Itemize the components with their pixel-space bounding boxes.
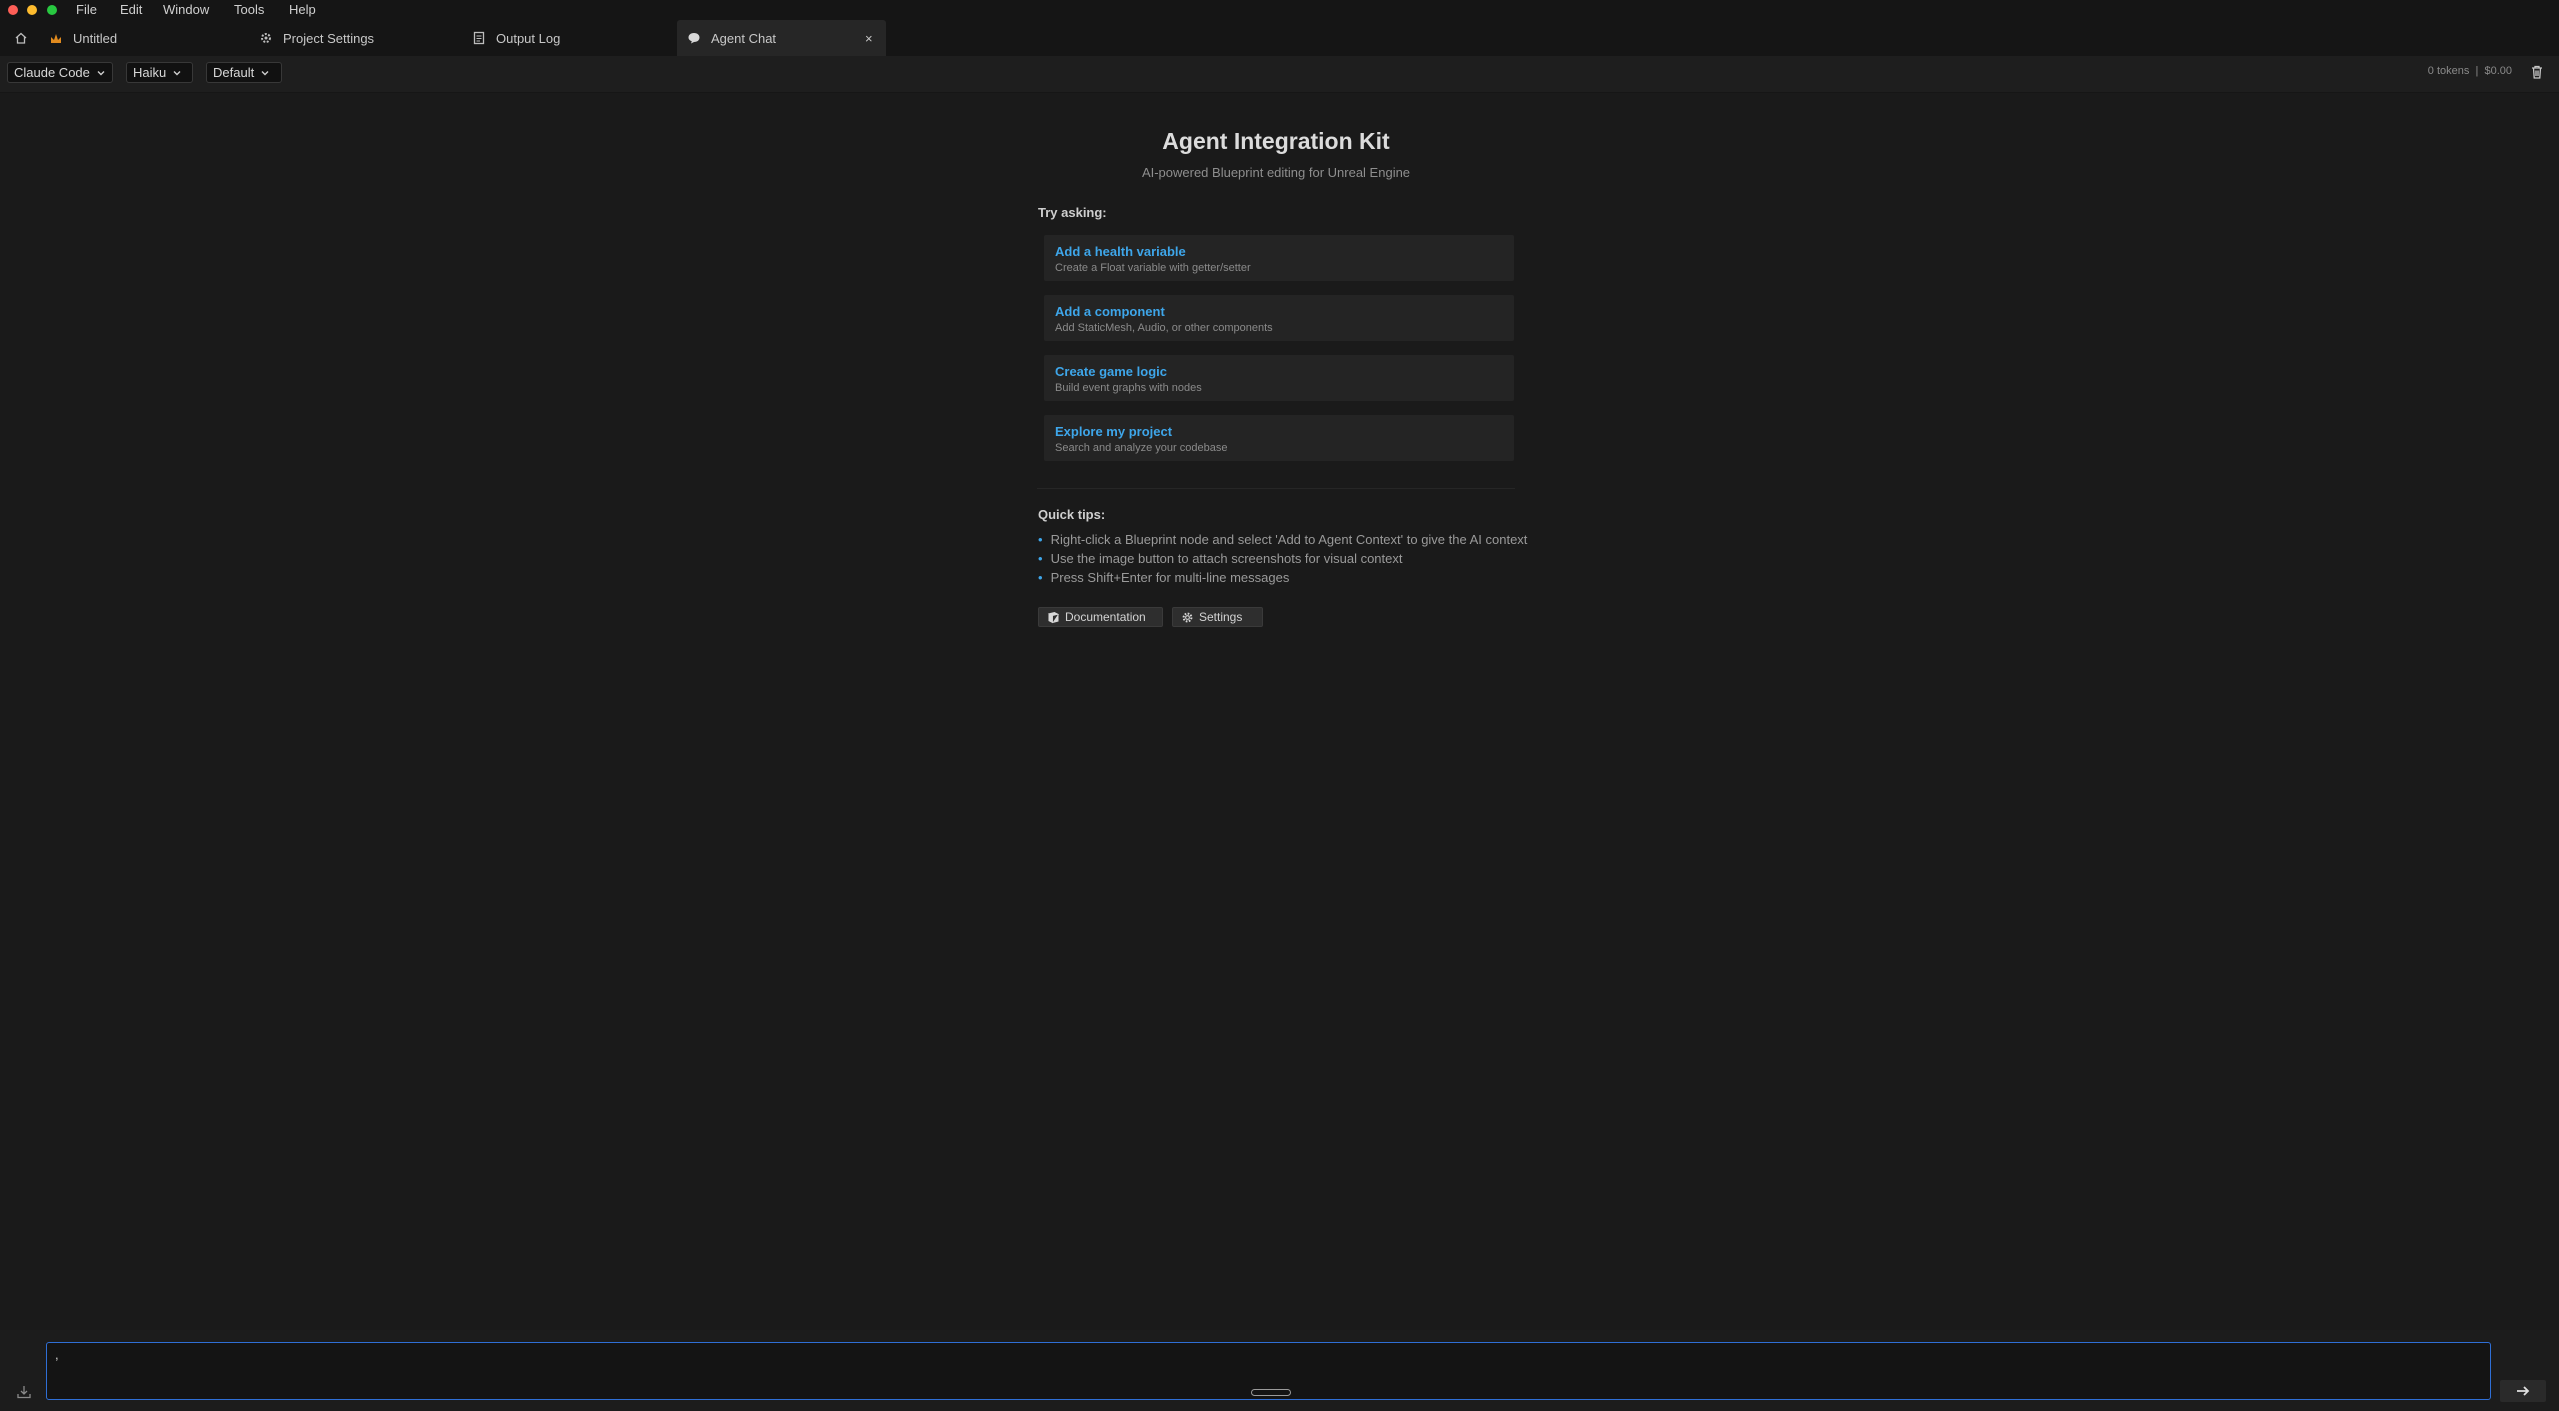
quick-tips-heading: Quick tips:	[1038, 507, 1106, 522]
menu-window[interactable]: Window	[163, 0, 209, 20]
attach-image-icon	[17, 1386, 31, 1399]
bullet: •	[1038, 570, 1043, 585]
tab-label: Output Log	[496, 30, 561, 46]
suggestion-description: Add StaticMesh, Audio, or other componen…	[1055, 322, 1273, 334]
menu-file[interactable]: File	[76, 0, 97, 20]
chevron-down-icon	[261, 70, 269, 75]
title-bar	[0, 0, 2559, 20]
tab-label: Project Settings	[283, 30, 375, 46]
model-dropdown[interactable]: Haiku	[126, 62, 193, 83]
tip-text: Press Shift+Enter for multi-line message…	[1050, 570, 1290, 585]
suggestion-title: Add a component	[1055, 304, 1165, 319]
trash-icon	[2532, 65, 2542, 79]
tip-item: • Use the image button to attach screens…	[1038, 551, 1402, 566]
page-title: Agent Integration Kit	[1162, 128, 1390, 154]
toolbar	[0, 56, 2559, 93]
agent-dropdown-value: Claude Code	[14, 65, 90, 80]
settings-gear-icon	[259, 31, 273, 45]
attach-image-button[interactable]	[14, 1382, 34, 1402]
window-minimize-button[interactable]	[27, 5, 37, 15]
tab-label: Untitled	[73, 30, 118, 46]
menu-help[interactable]: Help	[289, 0, 316, 20]
log-icon	[472, 31, 486, 45]
tip-item: • Right-click a Blueprint node and selec…	[1038, 532, 1527, 547]
settings-button[interactable]: Settings	[1172, 607, 1263, 627]
agent-dropdown[interactable]: Claude Code	[7, 62, 113, 83]
menu-edit[interactable]: Edit	[120, 0, 142, 20]
book-icon	[1047, 611, 1060, 623]
settings-label: Settings	[1199, 610, 1243, 624]
suggestion-card[interactable]: Create game logic Build event graphs wit…	[1044, 355, 1514, 401]
window-close-button[interactable]	[8, 5, 18, 15]
tab-agent-chat[interactable]: Agent Chat ×	[677, 20, 886, 56]
suggestion-title: Create game logic	[1055, 364, 1167, 379]
window-zoom-button[interactable]	[47, 5, 57, 15]
suggestion-card[interactable]: Add a component Add StaticMesh, Audio, o…	[1044, 295, 1514, 341]
tab-close-button[interactable]: ×	[865, 31, 873, 46]
try-asking-heading: Try asking:	[1038, 205, 1107, 220]
tip-text: Use the image button to attach screensho…	[1050, 551, 1403, 566]
suggestion-description: Build event graphs with nodes	[1055, 382, 1202, 394]
mode-dropdown-value: Default	[213, 65, 255, 80]
suggestion-description: Search and analyze your codebase	[1055, 442, 1228, 454]
arrow-right-icon	[2517, 1386, 2530, 1396]
token-usage: 0 tokens | $0.00	[2427, 65, 2512, 77]
tab-untitled[interactable]: Untitled	[49, 20, 249, 56]
tab-output-log[interactable]: Output Log	[472, 20, 672, 56]
tab-project-settings[interactable]: Project Settings	[259, 20, 459, 56]
chevron-down-icon	[173, 70, 181, 75]
tab-label: Agent Chat	[711, 30, 777, 46]
chat-bubble-icon	[687, 31, 701, 45]
clear-chat-button[interactable]	[2529, 64, 2545, 80]
menu-tools[interactable]: Tools	[234, 0, 264, 20]
mode-dropdown[interactable]: Default	[206, 62, 282, 83]
documentation-label: Documentation	[1065, 610, 1146, 624]
bullet: •	[1038, 551, 1043, 566]
bullet: •	[1038, 532, 1043, 547]
suggestion-title: Add a health variable	[1055, 244, 1186, 259]
tip-item: • Press Shift+Enter for multi-line messa…	[1038, 570, 1289, 585]
section-divider	[1037, 488, 1515, 489]
home-icon	[14, 31, 28, 45]
home-button[interactable]	[14, 20, 38, 56]
tip-text: Right-click a Blueprint node and select …	[1050, 532, 1528, 547]
page-subtitle: AI-powered Blueprint editing for Unreal …	[1141, 165, 1411, 180]
send-button[interactable]	[2500, 1380, 2546, 1402]
documentation-button[interactable]: Documentation	[1038, 607, 1163, 627]
suggestion-description: Create a Float variable with getter/sett…	[1055, 262, 1251, 274]
resize-handle[interactable]	[1251, 1389, 1291, 1396]
suggestion-card[interactable]: Explore my project Search and analyze yo…	[1044, 415, 1514, 461]
chevron-down-icon	[97, 70, 105, 75]
unreal-logo-icon	[49, 31, 63, 45]
model-dropdown-value: Haiku	[133, 65, 167, 80]
suggestion-title: Explore my project	[1055, 424, 1173, 439]
gear-icon	[1182, 612, 1193, 622]
suggestion-card[interactable]: Add a health variable Create a Float var…	[1044, 235, 1514, 281]
